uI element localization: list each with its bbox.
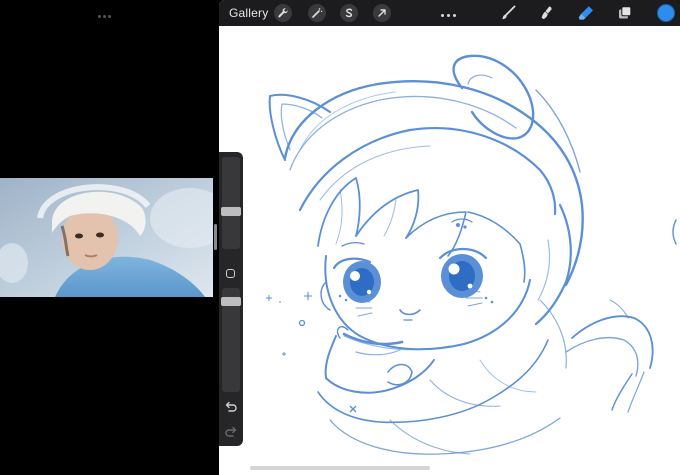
smudge-icon[interactable] — [536, 3, 556, 23]
color-picker-swatch[interactable] — [657, 4, 675, 22]
selection-s-icon[interactable] — [340, 4, 358, 22]
split-view-reference-panel — [0, 0, 216, 475]
gallery-button[interactable]: Gallery — [229, 6, 268, 20]
eraser-icon[interactable] — [576, 3, 596, 23]
arrow-transform-icon[interactable] — [373, 4, 391, 22]
redo-icon[interactable] — [224, 425, 238, 437]
wrench-icon[interactable] — [274, 4, 292, 22]
top-toolbar: Gallery — [219, 0, 680, 26]
modify-square-icon[interactable] — [226, 269, 235, 278]
brush-size-slider[interactable] — [222, 157, 240, 249]
reference-photo[interactable] — [0, 178, 213, 297]
undo-icon[interactable] — [224, 400, 238, 412]
home-indicator[interactable] — [250, 466, 430, 470]
brush-sidebar — [219, 152, 243, 446]
layers-icon[interactable] — [615, 3, 635, 23]
brush-size-handle[interactable] — [221, 207, 241, 216]
opacity-handle[interactable] — [221, 297, 241, 306]
more-actions-icon[interactable] — [441, 4, 459, 17]
procreate-app: Gallery — [219, 0, 680, 475]
magic-wand-icon[interactable] — [308, 4, 326, 22]
split-view-divider-handle[interactable] — [214, 224, 217, 250]
drawing-canvas[interactable] — [219, 26, 680, 475]
sketch-drawing — [266, 54, 677, 455]
brush-icon[interactable] — [498, 3, 518, 23]
multitasking-grabber-icon[interactable] — [98, 5, 114, 18]
